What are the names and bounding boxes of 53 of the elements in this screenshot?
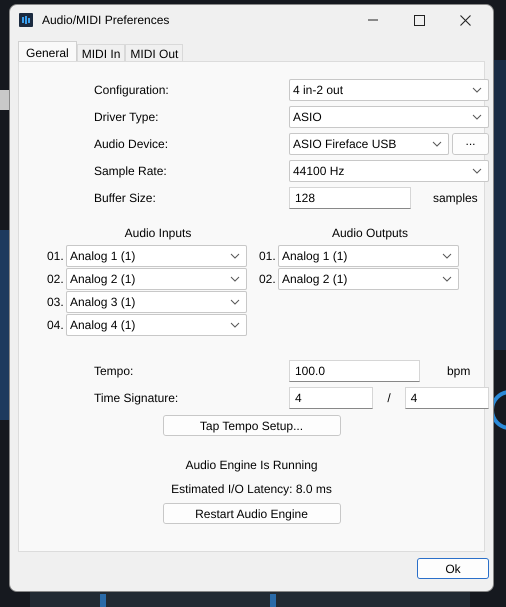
input-field[interactable]: 100.0 bbox=[289, 360, 420, 382]
field-label: Configuration: bbox=[94, 83, 170, 97]
channel-number: 02. bbox=[47, 272, 63, 286]
unit-label: bpm bbox=[447, 364, 470, 378]
dropdown[interactable]: 44100 Hz bbox=[289, 160, 489, 182]
chevron-down-icon bbox=[230, 253, 240, 259]
channel-number: 03. bbox=[47, 295, 63, 309]
chevron-down-icon bbox=[472, 168, 482, 174]
field-label: Buffer Size: bbox=[94, 191, 157, 205]
browse-button[interactable]: ... bbox=[452, 133, 489, 155]
chevron-down-icon bbox=[442, 253, 452, 259]
input-field[interactable]: 4 bbox=[404, 387, 489, 409]
separator-label: / bbox=[386, 391, 392, 405]
channel-number: 01. bbox=[259, 249, 275, 263]
channel-dropdown[interactable]: Analog 1 (1) bbox=[66, 245, 247, 267]
field-label: Driver Type: bbox=[94, 110, 160, 124]
channel-number: 01. bbox=[47, 249, 63, 263]
latency-text: Estimated I/O Latency: 8.0 ms bbox=[171, 482, 332, 496]
field-label: Tempo: bbox=[94, 364, 134, 378]
chevron-down-icon bbox=[230, 322, 240, 328]
maximize-icon[interactable] bbox=[414, 14, 425, 26]
channel-dropdown[interactable]: Analog 1 (1) bbox=[278, 245, 459, 267]
field-label: Audio Device: bbox=[94, 137, 170, 151]
restart-button[interactable]: Restart Audio Engine bbox=[162, 503, 340, 524]
ok-button[interactable]: Ok bbox=[417, 558, 489, 579]
channel-number: 02. bbox=[259, 272, 275, 286]
field-label: Time Signature: bbox=[94, 391, 180, 405]
unit-label: samples bbox=[433, 191, 478, 205]
channel-dropdown[interactable]: Analog 2 (1) bbox=[278, 268, 459, 290]
input-field[interactable]: 4 bbox=[289, 387, 374, 409]
channel-dropdown[interactable]: Analog 4 (1) bbox=[66, 314, 247, 336]
field-label: Sample Rate: bbox=[94, 164, 168, 178]
status-text: Audio Engine Is Running bbox=[185, 458, 318, 472]
tap-tempo-button[interactable]: Tap Tempo Setup... bbox=[162, 415, 340, 436]
section-heading: Audio Outputs bbox=[332, 226, 408, 240]
tab[interactable]: General bbox=[18, 41, 77, 63]
dropdown[interactable]: ASIO bbox=[289, 106, 489, 128]
dropdown[interactable]: 4 in-2 out bbox=[289, 79, 489, 101]
channel-dropdown[interactable]: Analog 3 (1) bbox=[66, 291, 247, 313]
chevron-down-icon bbox=[230, 276, 240, 282]
close-icon[interactable] bbox=[460, 14, 471, 26]
window-title: Audio/MIDI Preferences bbox=[42, 13, 170, 27]
section-heading: Audio Inputs bbox=[124, 226, 192, 240]
input-field[interactable]: 128 bbox=[289, 187, 411, 209]
channel-number: 04. bbox=[47, 318, 63, 332]
chevron-down-icon bbox=[230, 299, 240, 305]
chevron-down-icon bbox=[442, 276, 452, 282]
dropdown[interactable]: ASIO Fireface USB bbox=[289, 133, 449, 155]
chevron-down-icon bbox=[472, 114, 482, 120]
chevron-down-icon bbox=[472, 87, 482, 93]
channel-dropdown[interactable]: Analog 2 (1) bbox=[66, 268, 247, 290]
app-icon bbox=[19, 13, 33, 27]
chevron-down-icon bbox=[432, 141, 442, 147]
